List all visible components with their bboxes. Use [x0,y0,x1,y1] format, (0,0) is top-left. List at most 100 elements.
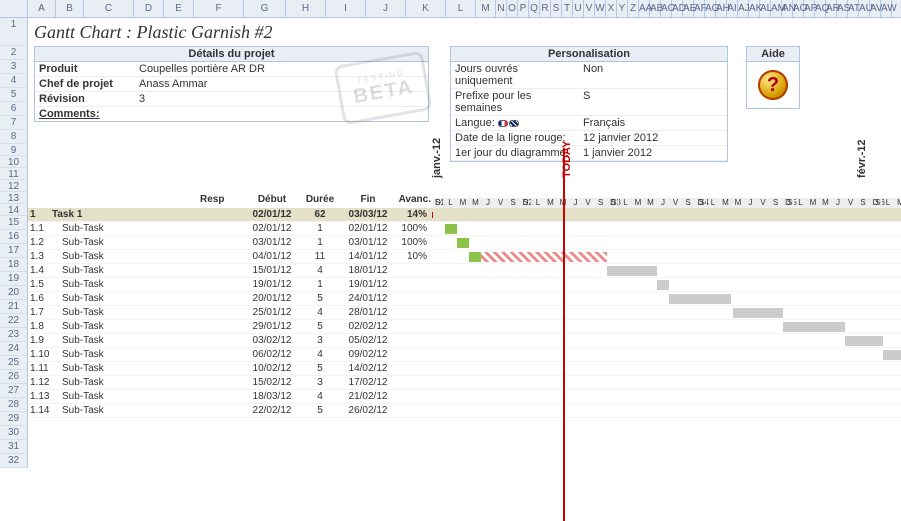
row-header-15[interactable]: 15 [0,216,28,230]
col-header-V[interactable]: V [584,0,595,17]
task-name[interactable]: Task 1 [50,209,200,220]
task-duration[interactable]: 1 [300,279,340,290]
col-header-K[interactable]: K [406,0,446,17]
task-duration[interactable]: 62 [300,209,340,220]
task-row[interactable]: 1.4Sub-Task15/01/12418/01/12 [28,264,901,278]
col-header-AJ[interactable]: AJ [738,0,749,17]
task-duration[interactable]: 3 [300,377,340,388]
task-duration[interactable]: 5 [300,363,340,374]
col-header-W[interactable]: W [595,0,606,17]
row-header-6[interactable]: 6 [0,102,28,116]
task-name[interactable]: Sub-Task [50,279,200,290]
task-row[interactable]: 1.2Sub-Task03/01/12103/01/12100% [28,236,901,250]
row-header-12[interactable]: 12 [0,180,28,192]
task-name[interactable]: Sub-Task [50,363,200,374]
row-header-24[interactable]: 24 [0,342,28,356]
task-row[interactable]: 1.1Sub-Task02/01/12102/01/12100% [28,222,901,236]
col-header-AC[interactable]: AC [661,0,672,17]
col-header-Y[interactable]: Y [617,0,628,17]
task-name[interactable]: Sub-Task [50,223,200,234]
task-end[interactable]: 14/01/12 [340,251,396,262]
task-start[interactable]: 29/01/12 [244,321,300,332]
col-header-AV[interactable]: AV [870,0,881,17]
col-header-R[interactable]: R [540,0,551,17]
task-name[interactable]: Sub-Task [50,293,200,304]
task-start[interactable]: 15/01/12 [244,265,300,276]
col-header-AI[interactable]: AI [727,0,738,17]
col-header-F[interactable]: F [194,0,244,17]
gantt-bar[interactable] [445,224,457,234]
row-header-22[interactable]: 22 [0,314,28,328]
task-start[interactable]: 18/03/12 [244,391,300,402]
col-header-U[interactable]: U [573,0,584,17]
col-header-AR[interactable]: AR [826,0,837,17]
task-end[interactable]: 14/02/12 [340,363,396,374]
task-start[interactable]: 03/02/12 [244,335,300,346]
task-name[interactable]: Sub-Task [50,237,200,248]
task-progress[interactable]: 14% [396,209,431,220]
task-start[interactable]: 03/01/12 [244,237,300,248]
task-duration[interactable]: 1 [300,237,340,248]
row-header-3[interactable]: 3 [0,60,28,74]
row-header-14[interactable]: 14 [0,204,28,216]
col-header-N[interactable]: N [496,0,507,17]
gantt-bar[interactable] [469,252,481,262]
task-duration[interactable]: 4 [300,349,340,360]
task-start[interactable]: 20/01/12 [244,293,300,304]
task-end[interactable]: 17/02/12 [340,377,396,388]
row-header-23[interactable]: 23 [0,328,28,342]
row-header-10[interactable]: 10 [0,156,28,168]
person-value[interactable]: S [579,89,679,115]
task-duration[interactable]: 1 [300,223,340,234]
task-start[interactable]: 04/01/12 [244,251,300,262]
select-all-corner[interactable] [0,0,28,17]
gantt-bar[interactable] [845,336,883,346]
task-start[interactable]: 06/02/12 [244,349,300,360]
task-start[interactable]: 22/02/12 [244,405,300,416]
task-row[interactable]: 1.3Sub-Task04/01/121114/01/1210% [28,250,901,264]
col-header-AD[interactable]: AD [672,0,683,17]
row-header-11[interactable]: 11 [0,168,28,180]
gantt-bar[interactable] [669,294,731,304]
task-duration[interactable]: 4 [300,391,340,402]
col-header-AL[interactable]: AL [760,0,771,17]
col-header-AT[interactable]: AT [848,0,859,17]
row-header-13[interactable]: 13 [0,192,28,204]
task-progress[interactable]: 100% [396,237,431,248]
task-start[interactable]: 15/02/12 [244,377,300,388]
col-header-B[interactable]: B [56,0,84,17]
task-duration[interactable]: 3 [300,335,340,346]
col-header-AH[interactable]: AH [716,0,727,17]
task-end[interactable]: 18/01/12 [340,265,396,276]
col-header-E[interactable]: E [164,0,194,17]
task-start[interactable]: 25/01/12 [244,307,300,318]
row-header-27[interactable]: 27 [0,384,28,398]
gantt-bar[interactable] [457,238,469,248]
row-header-7[interactable]: 7 [0,116,28,130]
row-header-28[interactable]: 28 [0,398,28,412]
col-header-O[interactable]: O [507,0,518,17]
row-header-17[interactable]: 17 [0,244,28,258]
task-duration[interactable]: 4 [300,307,340,318]
gantt-bar[interactable] [733,308,783,318]
task-duration[interactable]: 11 [300,251,340,262]
row-header-2[interactable]: 2 [0,46,28,60]
gantt-bar[interactable] [607,266,657,276]
task-row[interactable]: 1Task 102/01/126203/03/1214% [28,208,901,222]
row-header-20[interactable]: 20 [0,286,28,300]
row-header-26[interactable]: 26 [0,370,28,384]
task-duration[interactable]: 5 [300,405,340,416]
row-header-29[interactable]: 29 [0,412,28,426]
col-header-AB[interactable]: AB [650,0,661,17]
task-end[interactable]: 02/01/12 [340,223,396,234]
task-start[interactable]: 02/01/12 [244,223,300,234]
task-end[interactable]: 05/02/12 [340,335,396,346]
col-header-AS[interactable]: AS [837,0,848,17]
row-header-25[interactable]: 25 [0,356,28,370]
task-end[interactable]: 24/01/12 [340,293,396,304]
row-header-5[interactable]: 5 [0,88,28,102]
task-row[interactable]: 1.13Sub-Task18/03/12421/02/12 [28,390,901,404]
col-header-J[interactable]: J [366,0,406,17]
row-header-21[interactable]: 21 [0,300,28,314]
task-row[interactable]: 1.7Sub-Task25/01/12428/01/12 [28,306,901,320]
